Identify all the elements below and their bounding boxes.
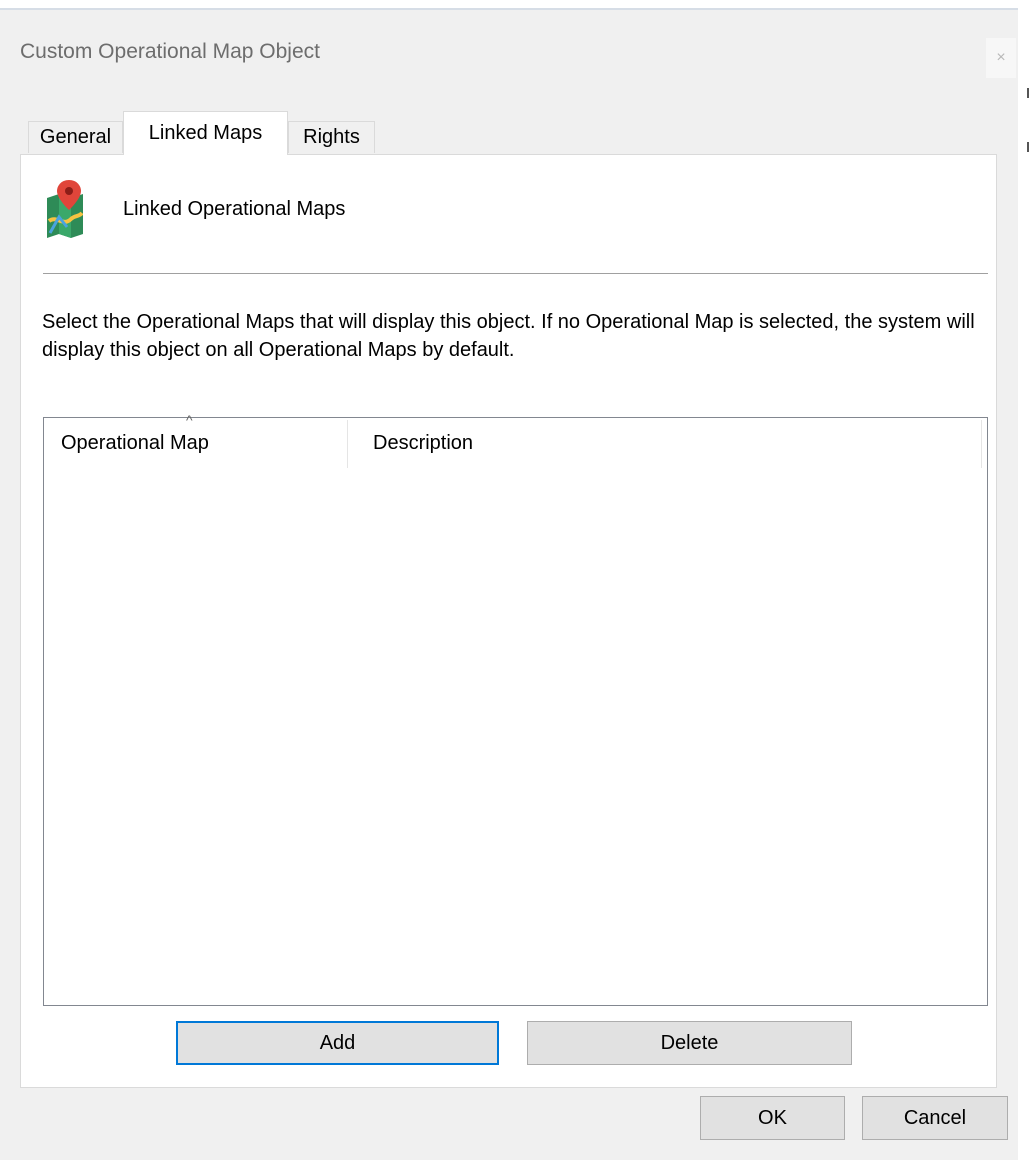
column-header-label: Operational Map [61, 431, 209, 454]
tab-general[interactable]: General [28, 121, 123, 153]
linked-maps-list[interactable]: Operational Map ^ Description [43, 412, 988, 1006]
tab-label: General [39, 126, 112, 148]
add-button-label: Add [319, 1031, 356, 1054]
add-button[interactable]: Add [176, 1021, 499, 1065]
tab-label: Linked Maps [148, 122, 263, 144]
tab-panel-linked-maps: Linked Operational Maps Select the Opera… [20, 154, 997, 1088]
column-header-description[interactable]: Description [348, 418, 981, 468]
column-divider[interactable] [981, 420, 982, 468]
description-text: Select the Operational Maps that will di… [42, 311, 975, 361]
delete-button-label: Delete [660, 1031, 719, 1054]
edge-mark [1027, 142, 1029, 152]
tab-label: Rights [303, 126, 360, 148]
tab-linked-maps[interactable]: Linked Maps [123, 111, 288, 155]
separator [43, 273, 988, 274]
ok-button[interactable]: OK [700, 1096, 845, 1140]
edge-mark [1027, 88, 1029, 98]
column-header-label: Description [373, 431, 474, 454]
ok-button-label: OK [758, 1106, 787, 1129]
cancel-button[interactable]: Cancel [862, 1096, 1008, 1140]
close-icon: × [996, 49, 1006, 66]
dialog-window: Custom Operational Map Object × General … [0, 10, 1018, 1160]
title-bar: Custom Operational Map Object × [0, 10, 1018, 90]
map-pin-icon [47, 180, 83, 238]
column-header-operational-map[interactable]: Operational Map ^ [44, 412, 347, 468]
sort-ascending-icon: ^ [186, 412, 193, 428]
window-title: Custom Operational Map Object [20, 40, 320, 63]
panel-heading: Linked Operational Maps [123, 198, 346, 220]
delete-button[interactable]: Delete [527, 1021, 852, 1065]
close-button[interactable]: × [986, 38, 1016, 78]
tab-rights[interactable]: Rights [288, 121, 375, 153]
cancel-button-label: Cancel [903, 1106, 967, 1129]
top-strip [0, 0, 1030, 8]
